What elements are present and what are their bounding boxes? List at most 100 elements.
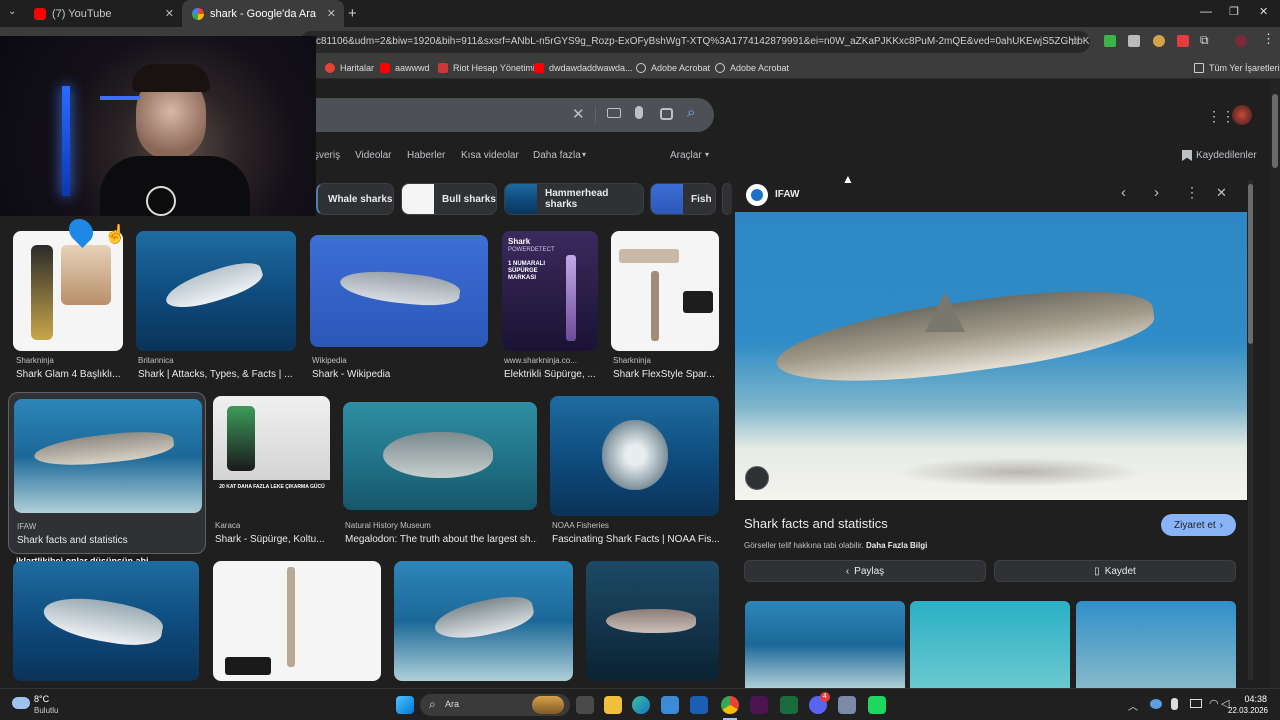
tab-short-videos[interactable]: Kısa videolar (461, 150, 519, 161)
result-image[interactable] (586, 561, 719, 681)
cloud-sync-icon[interactable] (1150, 699, 1162, 709)
image-result[interactable]: Sharkninja Shark FlexStyle Spar... (611, 231, 719, 381)
result-title[interactable]: Shark FlexStyle Spar... (613, 369, 719, 380)
store-icon[interactable] (661, 696, 679, 714)
microphone-icon[interactable] (635, 106, 643, 119)
chip-bull-sharks[interactable]: Bull sharks (401, 183, 497, 215)
lens-icon[interactable] (660, 108, 673, 120)
clock-date[interactable]: 22.03.2026 (1220, 706, 1268, 715)
url-field[interactable]: c81106&udm=2&biw=1920&bih=911&sxsrf=ANbL… (300, 31, 1090, 53)
related-image[interactable] (745, 601, 905, 688)
display-icon[interactable] (1190, 699, 1202, 708)
bookmark-item[interactable]: Adobe Acrobat (715, 57, 789, 79)
image-result[interactable]: Sharkninja Shark Glam 4 Başlıklı... (13, 231, 123, 381)
profile-icon[interactable] (1235, 35, 1247, 47)
apps-icon[interactable]: ⋮⋮ (1207, 108, 1235, 125)
tab-youtube[interactable]: (7) YouTube ✕ (24, 0, 182, 27)
lens-search-icon[interactable] (745, 466, 769, 490)
chrome-icon[interactable] (721, 696, 739, 714)
preview-image[interactable] (735, 212, 1247, 500)
new-tab-button[interactable]: + (348, 5, 357, 22)
prev-arrow-icon[interactable]: ‹ (1121, 184, 1126, 201)
image-result[interactable]: Britannica Shark | Attacks, Types, & Fac… (136, 231, 296, 381)
extension-icon[interactable] (1177, 35, 1189, 47)
result-title[interactable]: Shark - Wikipedia (312, 369, 488, 380)
preview-source[interactable]: IFAW (775, 189, 799, 200)
menu-icon[interactable]: ⋮ (1262, 31, 1275, 47)
clear-icon[interactable]: ✕ (572, 105, 585, 123)
more-info-link[interactable]: Daha Fazla Bilgi (866, 541, 927, 550)
result-image[interactable] (13, 561, 199, 681)
edge-icon[interactable] (632, 696, 650, 714)
star-icon[interactable]: ☆ (1069, 33, 1081, 49)
puzzle-icon[interactable]: ⧉ (1200, 33, 1209, 48)
tab-more[interactable]: Daha fazla (533, 150, 581, 161)
save-button[interactable]: ▯ Kaydet (994, 560, 1236, 582)
extension-shield-icon[interactable] (1104, 35, 1116, 47)
keyboard-icon[interactable] (607, 108, 621, 118)
more-options-icon[interactable]: ⋮ (1185, 184, 1199, 201)
result-image[interactable] (213, 561, 381, 681)
premiere-icon[interactable] (750, 696, 768, 714)
chip-fish[interactable]: Fish (650, 183, 716, 215)
extension-icon[interactable] (1128, 35, 1140, 47)
tools-button[interactable]: Araçlar (670, 150, 702, 161)
visit-button[interactable]: Ziyaret et › (1161, 514, 1236, 536)
image-result[interactable]: Shark POWERDETECT 1 NUMARALI SÜPÜRGE MAR… (502, 231, 598, 381)
result-title[interactable]: Shark facts and statistics (17, 535, 202, 546)
page-scrollbar[interactable] (1270, 80, 1280, 688)
image-result[interactable]: NOAA Fisheries Fascinating Shark Facts |… (550, 396, 719, 546)
chip-hammerhead-sharks[interactable]: Hammerhead sharks (504, 183, 644, 215)
result-title[interactable]: Elektrikli Süpürge, ... (504, 369, 598, 380)
tab-search-icon[interactable]: ⌄ (8, 6, 16, 17)
close-icon[interactable]: ✕ (1216, 185, 1227, 201)
search-box[interactable]: ✕ ⌕ (270, 98, 714, 132)
extension-icon[interactable] (1153, 35, 1165, 47)
image-result[interactable]: Wikipedia Shark - Wikipedia (310, 231, 488, 381)
wifi-icon[interactable]: ◠ (1209, 697, 1219, 710)
close-tab-icon[interactable]: ✕ (327, 7, 336, 20)
preview-title[interactable]: Shark facts and statistics (744, 516, 888, 531)
result-title[interactable]: Fascinating Shark Facts | NOAA Fis... (552, 534, 719, 545)
bookmark-item[interactable]: Riot Hesap Yönetimi (438, 57, 535, 79)
tab-news[interactable]: Haberler (407, 150, 445, 161)
panel-scrollbar[interactable] (1248, 180, 1253, 680)
bookmark-item[interactable]: aawwwd (380, 57, 430, 79)
app-icon[interactable] (838, 696, 856, 714)
share-button[interactable]: ‹ Paylaş (744, 560, 986, 582)
result-title[interactable]: Shark Glam 4 Başlıklı... (16, 369, 123, 380)
bookmark-item[interactable]: Adobe Acrobat (636, 57, 710, 79)
task-view-icon[interactable] (576, 696, 594, 714)
windows-start-icon[interactable] (396, 696, 414, 714)
all-bookmarks[interactable]: Tüm Yer İşaretleri (1194, 57, 1280, 79)
app-icon[interactable] (780, 696, 798, 714)
chip-partial[interactable] (722, 183, 732, 215)
minimize-button[interactable]: — (1200, 4, 1212, 18)
image-result[interactable]: Natural History Museum Megalodon: The tr… (343, 396, 537, 546)
scrollbar-thumb[interactable] (1272, 94, 1278, 168)
avatar[interactable] (1232, 105, 1252, 125)
image-result[interactable]: 20 KAT DAHA FAZLA LEKE ÇIKARMA GÜCÜ Kara… (213, 396, 330, 546)
bookmark-item[interactable]: Haritalar (325, 57, 374, 79)
related-image[interactable] (910, 601, 1070, 688)
image-result-selected[interactable]: IFAW Shark facts and statistics (8, 392, 206, 554)
result-image[interactable] (394, 561, 573, 681)
chip-whale-sharks[interactable]: Whale sharks (316, 183, 394, 215)
result-title[interactable]: Megalodon: The truth about the largest s… (345, 534, 537, 545)
related-image[interactable] (1076, 601, 1236, 688)
maximize-button[interactable]: ❐ (1229, 5, 1239, 18)
close-tab-icon[interactable]: ✕ (165, 7, 174, 20)
app-icon[interactable] (868, 696, 886, 714)
chevron-up-icon[interactable]: ︿ (1128, 698, 1138, 713)
microphone-icon[interactable] (1171, 698, 1178, 710)
saved-button[interactable]: Kaydedilenler (1196, 150, 1257, 161)
next-arrow-icon[interactable]: › (1154, 184, 1159, 201)
taskbar-search[interactable]: ⌕ Ara (420, 694, 570, 716)
result-title[interactable]: Shark | Attacks, Types, & Facts | ... (138, 369, 296, 380)
tab-google[interactable]: shark - Google'da Ara ✕ (182, 0, 344, 27)
outlook-icon[interactable] (690, 696, 708, 714)
bookmark-item[interactable]: dwdawdaddwawda... (534, 57, 633, 79)
close-window-button[interactable]: ✕ (1259, 5, 1268, 18)
scrollbar-thumb[interactable] (1248, 184, 1253, 344)
tab-videos[interactable]: Videolar (355, 150, 392, 161)
